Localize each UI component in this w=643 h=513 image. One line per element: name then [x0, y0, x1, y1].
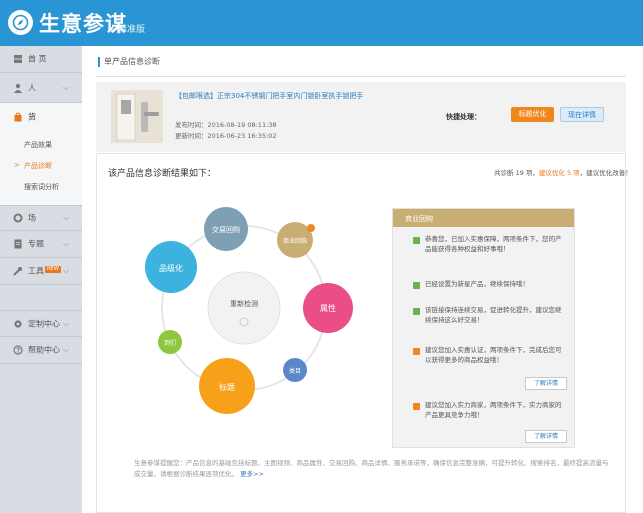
sidebar: 首 页 人 ⌵ 货 产品效果 > 产品诊断 搜索词分析 场 ⌵ 专题 ⌵ 工具 …	[0, 46, 82, 513]
chevron-right-icon: >	[14, 161, 20, 169]
wrench-icon	[13, 267, 22, 276]
top-header: 生意参谋 标准版	[0, 0, 643, 46]
sidebar-item-label: 帮助中心	[28, 345, 60, 355]
learn-more-button[interactable]: 了解详情	[525, 377, 567, 390]
chevron-down-icon: ⌵	[63, 213, 70, 222]
check-icon	[413, 308, 420, 315]
sidebar-item-label: 工具	[28, 266, 44, 276]
chevron-down-icon: ⌵	[63, 82, 70, 92]
recheck-center[interactable]	[207, 271, 281, 345]
bubble-label: 商业回购	[283, 237, 307, 245]
bubble-label: 交易回购	[212, 225, 240, 234]
sidebar-item-people[interactable]: 人 ⌵	[0, 73, 82, 103]
sidebar-item-help-center[interactable]: 帮助中心 ⌵	[0, 337, 82, 364]
settings-icon	[14, 319, 22, 328]
chevron-down-icon: ⌵	[63, 345, 70, 354]
business-panel-header: 商业回购	[393, 209, 574, 227]
brand-name: 生意参谋	[39, 12, 127, 36]
more-link[interactable]: 更多>>	[240, 470, 264, 478]
bubble-label: 品级化	[159, 263, 183, 273]
check-icon	[413, 282, 420, 289]
bubble-label: 属性	[320, 303, 336, 313]
business-item-text: 建议您加入实力商家，两项条件下，实力商家的产品更具竞争力哦！	[425, 401, 562, 419]
bubble-label: 类目	[289, 367, 301, 375]
sidebar-subnav: 产品效果 > 产品诊断 搜索词分析	[0, 131, 82, 205]
chevron-down-icon: ⌵	[63, 239, 70, 248]
help-icon	[13, 345, 23, 355]
sidebar-item-label: 人	[28, 83, 36, 92]
chevron-down-icon: ⌵	[63, 266, 70, 275]
bubble-label: 标题	[219, 382, 235, 392]
gear-icon	[13, 213, 23, 223]
sidebar-item-field[interactable]: 场 ⌵	[0, 205, 82, 231]
business-item-text: 建议您加入实惠认证，两项条件下，完成后您可以获得更多的商品权益哦！	[425, 346, 562, 364]
sidebar-item-label: 首 页	[28, 54, 47, 64]
sidebar-item-custom-center[interactable]: 定制中心 ⌵	[0, 310, 82, 337]
business-repurchase-panel: 商业回购 恭喜您，已加入实惠保障，两项条件下，您的产品能获得各种权益和好事哦！ …	[392, 208, 575, 448]
sidebar-item-home[interactable]: 首 页	[0, 46, 82, 73]
sidebar-item-label: 专题	[28, 239, 44, 249]
sidebar-item-tools[interactable]: 工具 NEW ⌵	[0, 258, 82, 285]
edition-label: 标准版	[118, 25, 146, 35]
main-content: 单产品信息诊断 【包邮限选】正宗304不锈钢门把手室内门锁卧室执手锁把手 发布时…	[82, 46, 643, 513]
tips-text: 生意参谋提醒您：产品信息的基础包括标题、主图视频、商品属性、交易回购、商品详情、…	[134, 459, 609, 478]
sidebar-item-label: 定制中心	[28, 319, 60, 328]
warning-icon	[413, 403, 420, 410]
alert-dot-icon	[307, 224, 315, 232]
sidebar-item-label: 货	[28, 112, 36, 122]
center-label: 重新检测	[230, 299, 258, 308]
subnav-item-keyword-analysis[interactable]: 搜索词分析	[24, 182, 59, 192]
subnav-item-product-diagnosis[interactable]: 产品诊断	[24, 161, 52, 171]
bag-icon	[14, 112, 22, 122]
subnav-item-product-effect[interactable]: 产品效果	[24, 140, 52, 150]
learn-more-button[interactable]: 了解详情	[525, 430, 567, 443]
file-icon	[14, 239, 22, 249]
sidebar-item-label: 场	[28, 213, 36, 223]
business-panel-title: 商业回购	[405, 215, 433, 223]
home-icon	[14, 55, 22, 63]
new-badge: NEW	[45, 266, 61, 273]
business-item-text: 恭喜您，已加入实惠保障，两项条件下，您的产品能获得各种权益和好事哦！	[425, 235, 562, 253]
check-icon	[413, 237, 420, 244]
sidebar-item-goods[interactable]: 货	[0, 103, 82, 131]
business-item-text: 已经设置为新星产品，继续保持哦！	[425, 280, 529, 288]
bubble-label: 到们	[164, 339, 176, 347]
user-icon	[14, 83, 22, 93]
business-item-text: 该链接保持连续交易，促进转化提升，建议您继续保持这么好交易！	[425, 306, 562, 324]
warning-icon	[413, 348, 420, 355]
compass-logo-icon	[8, 10, 33, 35]
chevron-down-icon: ⌵	[63, 318, 70, 328]
sidebar-item-topic[interactable]: 专题 ⌵	[0, 231, 82, 258]
